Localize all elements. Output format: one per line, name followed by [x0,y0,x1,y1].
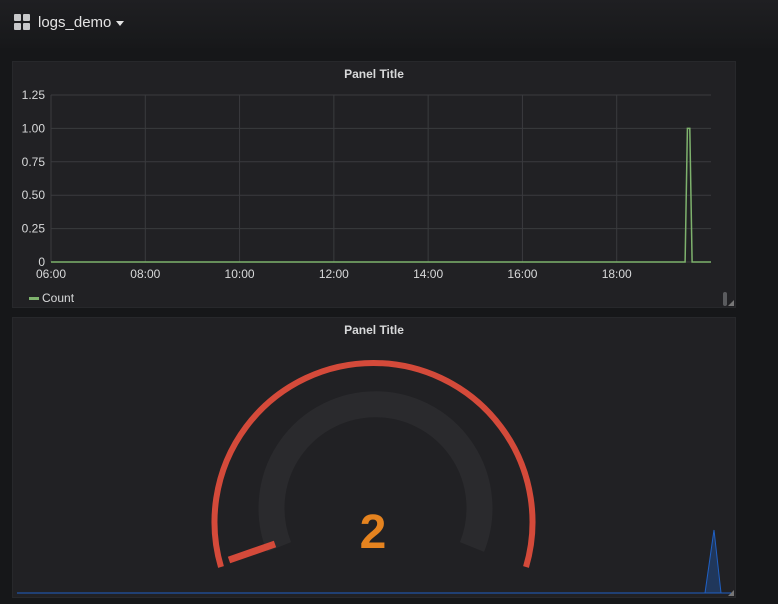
resize-handle-icon[interactable] [728,300,734,306]
gauge-value: 2 [359,506,387,559]
dashboard-title: logs_demo [38,13,112,31]
gauge-value-marker [227,540,277,564]
y-tick-label: 1.25 [22,88,46,102]
dashboard-picker[interactable]: logs_demo [14,10,125,34]
top-navbar: logs_demo [0,0,778,48]
x-tick-label: 12:00 [319,267,349,281]
dashboard-grid-icon [14,14,30,30]
legend-swatch [29,296,39,300]
gauge-panel: Panel Title 2 [12,317,736,598]
x-tick-label: 08:00 [130,267,160,281]
y-tick-label: 0.75 [22,155,46,169]
resize-handle-icon[interactable] [728,590,734,596]
sparkline-spike [704,529,722,594]
x-tick-label: 14:00 [413,267,443,281]
legend-item-count[interactable]: Count [29,291,74,305]
graph-panel: Panel Title 0 0.25 0.50 0.75 1.00 1.25 06:00 08… [12,61,736,308]
y-tick-label: 0.50 [22,188,46,202]
x-tick-label: 10:00 [225,267,255,281]
caret-down-icon [116,20,125,26]
legend-scrollbar[interactable] [723,292,727,306]
graph-plot: 00.250.500.751.001.2506:00 08:00 10:00 12:0… [22,88,711,281]
legend-label: Count [42,291,75,305]
y-tick-label: 0.25 [22,222,46,236]
x-tick-label: 06:00 [36,267,66,281]
y-tick-label: 1.00 [22,121,46,135]
x-tick-label: 18:00 [602,267,632,281]
x-tick-label: 16:00 [507,267,537,281]
